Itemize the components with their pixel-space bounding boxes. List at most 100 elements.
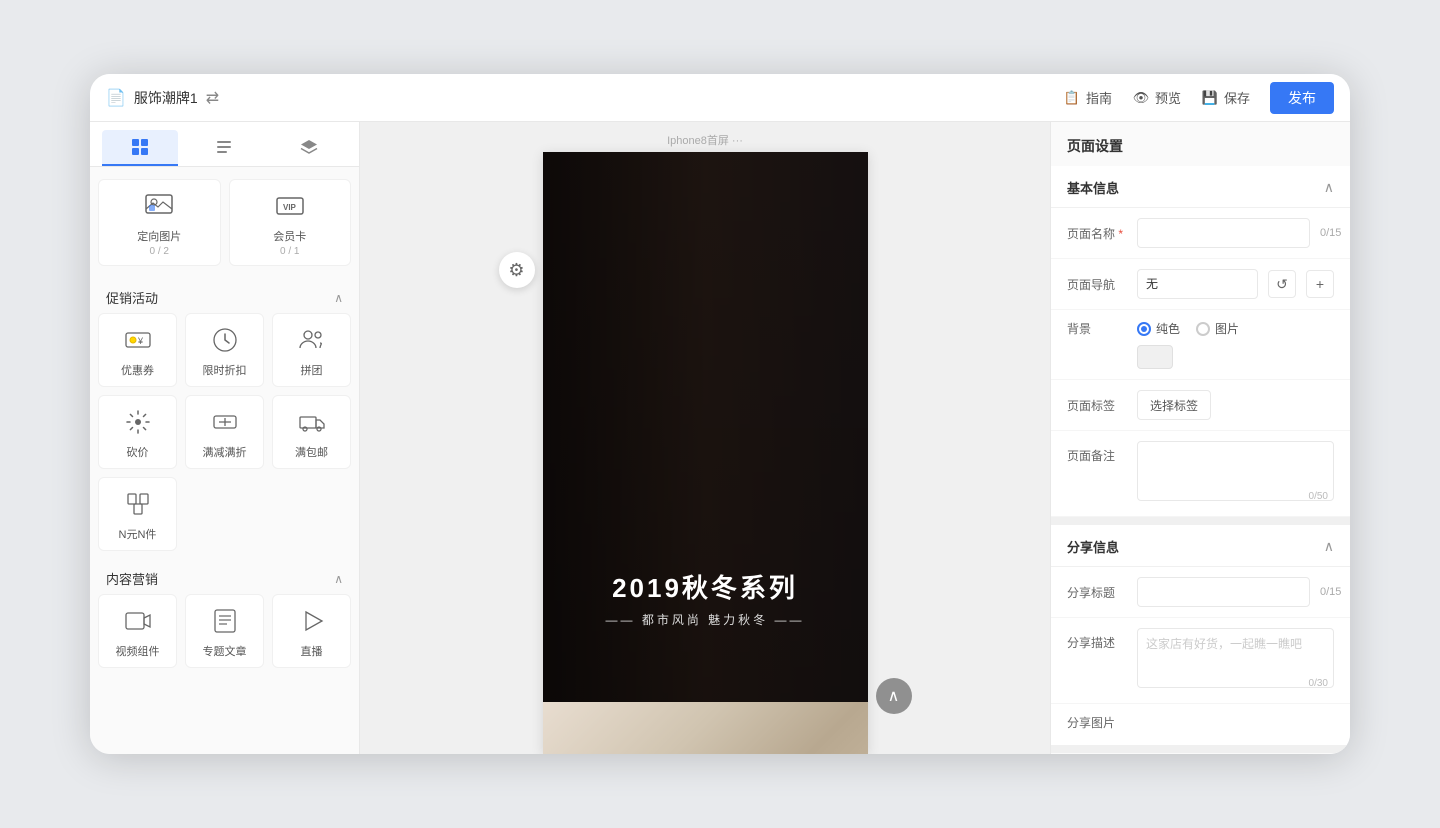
share-desc-count: 0/30 [1309, 678, 1328, 689]
topbar-left: 📄 服饰潮牌1 ⇄ [106, 88, 1055, 108]
discount-comp[interactable]: 满减满折 [185, 395, 264, 469]
coupon-comp[interactable]: ¥ 优惠券 [98, 313, 177, 387]
bg-color-swatch[interactable] [1137, 345, 1173, 369]
directional-image-comp[interactable]: 定向图片 0 / 2 [98, 179, 221, 266]
preview-action[interactable]: 👁 预览 [1132, 88, 1181, 107]
time-discount-comp[interactable]: 限时折扣 [185, 313, 264, 387]
product-image [543, 702, 868, 754]
share-desc-label: 分享描述 [1067, 628, 1127, 651]
share-image-label: 分享图片 [1067, 714, 1334, 731]
share-desc-textarea[interactable] [1137, 628, 1334, 688]
member-card-label: 会员卡 [273, 228, 306, 244]
guide-icon: 📋 [1063, 89, 1081, 107]
share-info-chevron[interactable]: ∧ [1324, 538, 1334, 555]
group-buy-icon [296, 324, 328, 356]
page-tag-button[interactable]: 选择标签 [1137, 390, 1211, 420]
share-title-label: 分享标题 [1067, 584, 1127, 601]
live-comp[interactable]: 直播 [272, 594, 351, 668]
topbar-title: 服饰潮牌1 [134, 88, 198, 108]
svg-text:VIP: VIP [283, 203, 297, 212]
n-for-n-comp[interactable]: N元N件 [98, 477, 177, 551]
collection-banner: 2019秋冬系列 —— 都市风尚 魅力秋冬 —— [543, 525, 868, 670]
bg-image-radio[interactable]: 图片 [1196, 320, 1239, 337]
page-nav-add[interactable]: + [1306, 270, 1334, 298]
share-title-count: 0/15 [1320, 586, 1341, 598]
background-row: 背景 纯色 图片 [1051, 310, 1350, 380]
group-buy-label: 拼团 [301, 362, 323, 378]
preview-icon: 👁 [1132, 89, 1150, 107]
settings-button[interactable]: ⚙ [499, 252, 535, 288]
n-for-n-icon [122, 488, 154, 520]
directional-image-icon [143, 190, 175, 222]
free-ship-comp[interactable]: 满包邮 [272, 395, 351, 469]
n-for-n-label: N元N件 [119, 526, 157, 542]
page-nav-row: 页面导航 无 ↺ + [1051, 259, 1350, 310]
content-chevron[interactable]: ∧ [334, 572, 343, 586]
page-nav-label: 页面导航 [1067, 276, 1127, 293]
price-cut-label: 砍价 [127, 444, 149, 460]
bg-image-label: 图片 [1215, 320, 1239, 337]
price-cut-comp[interactable]: 砍价 [98, 395, 177, 469]
coupon-label: 优惠券 [121, 362, 154, 378]
page-name-input[interactable] [1137, 218, 1310, 248]
canvas-area: Iphone8首屏 ··· ⚙ [360, 122, 1050, 754]
promotion-title: 促销活动 [106, 288, 158, 307]
member-card-icon: VIP [274, 190, 306, 222]
video-label: 视频组件 [116, 643, 160, 659]
promotion-section-header: 促销活动 ∧ [98, 278, 351, 313]
group-buy-comp[interactable]: 拼团 [272, 313, 351, 387]
component-tabs [90, 122, 359, 167]
tab-components[interactable] [102, 130, 178, 166]
promotion-grid-2: N元N件 [98, 477, 351, 551]
directional-image-sub: 0 / 2 [150, 246, 169, 257]
left-panel: 定向图片 0 / 2 VIP 会员卡 0 / 1 促销活动 ∧ [90, 122, 360, 754]
page-notes-textarea[interactable] [1137, 441, 1334, 501]
bg-pure-color-radio[interactable]: 纯色 [1137, 320, 1180, 337]
basic-info-chevron[interactable]: ∧ [1324, 179, 1334, 196]
content-section-header: 内容营销 ∧ [98, 559, 351, 594]
page-notes-wrap: 0/50 [1137, 441, 1334, 506]
share-title-input[interactable] [1137, 577, 1310, 607]
price-cut-icon [122, 406, 154, 438]
collection-sub: —— 都市风尚 魅力秋冬 —— [605, 611, 804, 628]
discount-label: 满减满折 [203, 444, 247, 460]
page-nav-select[interactable]: 无 [1137, 269, 1258, 299]
swap-icon[interactable]: ⇄ [206, 88, 219, 108]
time-discount-label: 限时折扣 [203, 362, 247, 378]
bg-pure-color-label: 纯色 [1156, 320, 1180, 337]
right-panel-title: 页面设置 [1051, 122, 1350, 166]
svg-text:¥: ¥ [137, 336, 144, 346]
collection-title: 2019秋冬系列 [605, 568, 804, 605]
page-tag-row: 页面标签 选择标签 [1051, 380, 1350, 431]
page-name-row: 页面名称 0/15 [1051, 208, 1350, 259]
page-name-count: 0/15 [1320, 227, 1341, 239]
tab-layers[interactable] [271, 130, 347, 166]
live-label: 直播 [301, 643, 323, 659]
page-notes-count: 0/50 [1309, 491, 1328, 502]
background-label: 背景 [1067, 320, 1127, 337]
color-swatch-wrap [1067, 345, 1173, 369]
page-nav-refresh[interactable]: ↺ [1268, 270, 1296, 298]
save-action[interactable]: 💾 保存 [1201, 88, 1250, 107]
scroll-up-button[interactable]: ∧ [876, 678, 912, 714]
page-file-icon: 📄 [106, 88, 126, 108]
page-tag-label: 页面标签 [1067, 397, 1127, 414]
article-comp[interactable]: 专题文章 [185, 594, 264, 668]
phone-preview[interactable]: 秋冬 新款 [543, 152, 868, 754]
basic-info-section: 基本信息 ∧ 页面名称 0/15 页面导航 无 [1051, 166, 1350, 525]
time-discount-icon [209, 324, 241, 356]
content-grid: 视频组件 专题文章 直播 [98, 594, 351, 668]
video-comp[interactable]: 视频组件 [98, 594, 177, 668]
promotion-chevron[interactable]: ∧ [334, 291, 343, 305]
basic-info-title: 基本信息 [1067, 178, 1119, 197]
share-info-title: 分享信息 [1067, 537, 1119, 556]
guide-action[interactable]: 📋 指南 [1063, 88, 1112, 107]
iphone-label: Iphone8首屏 ··· [667, 132, 743, 148]
tab-pages[interactable] [186, 130, 262, 166]
member-card-comp[interactable]: VIP 会员卡 0 / 1 [229, 179, 352, 266]
publish-button[interactable]: 发布 [1270, 82, 1334, 114]
basic-info-header: 基本信息 ∧ [1051, 166, 1350, 208]
share-desc-row: 分享描述 0/30 [1051, 618, 1350, 704]
live-icon [296, 605, 328, 637]
page-name-label: 页面名称 [1067, 225, 1127, 242]
